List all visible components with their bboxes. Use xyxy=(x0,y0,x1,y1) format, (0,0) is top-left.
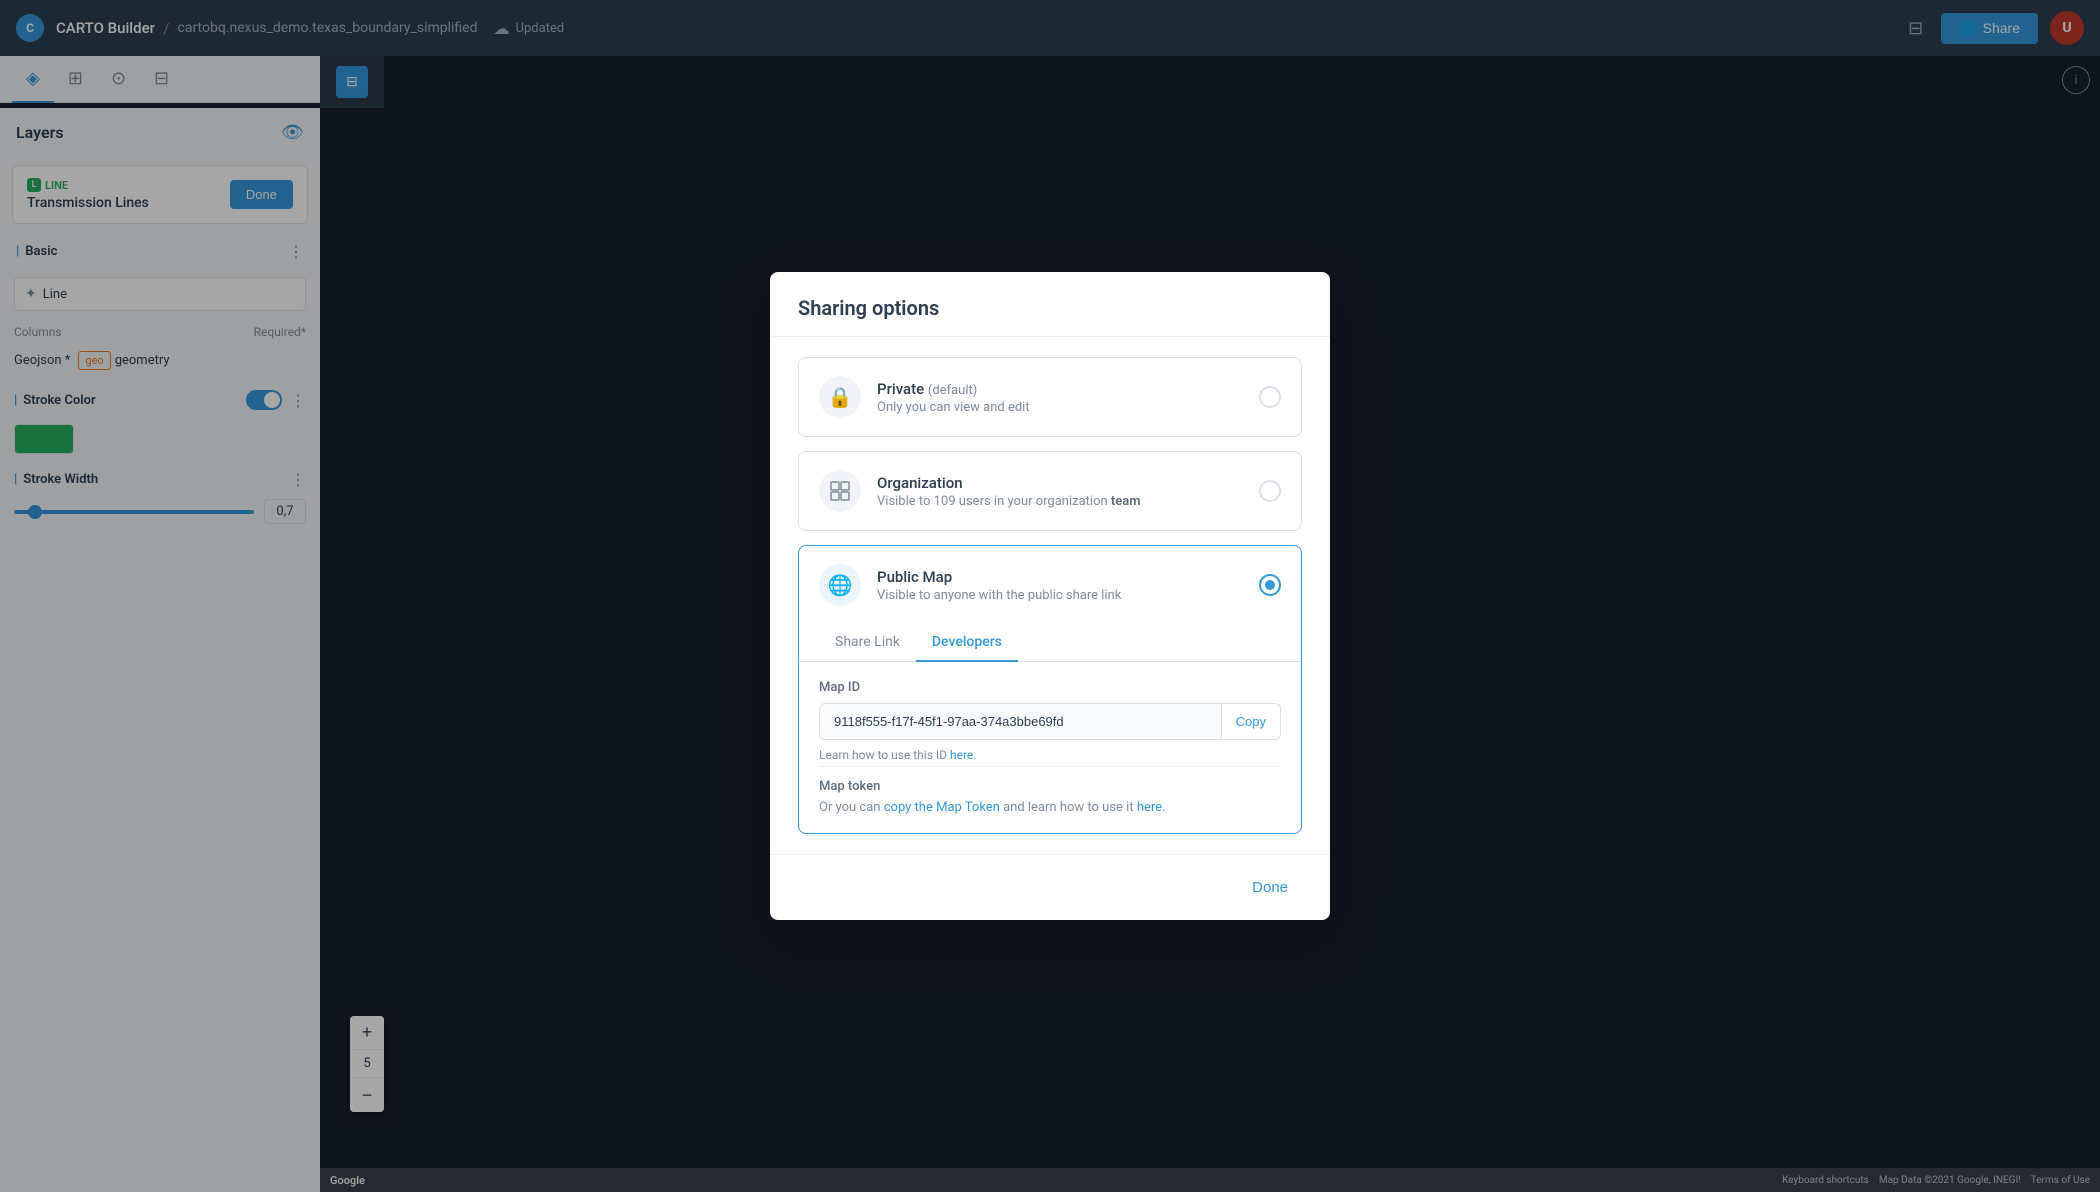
developers-tab-content: Map ID Copy Learn how to use this ID her… xyxy=(799,662,1301,833)
tab-share-link[interactable]: Share Link xyxy=(819,624,916,662)
modal-title: Sharing options xyxy=(798,296,1302,320)
public-option-title: Public Map xyxy=(877,568,1121,586)
private-option-text: Private (default) Only you can view and … xyxy=(877,380,1030,415)
public-option-subtitle: Visible to anyone with the public share … xyxy=(877,588,1121,603)
modal-overlay[interactable]: Sharing options 🔒 Private (default) Only… xyxy=(0,0,2100,1192)
public-map-card: 🌐 Public Map Visible to anyone with the … xyxy=(798,545,1302,834)
public-card-top: 🌐 Public Map Visible to anyone with the … xyxy=(799,546,1301,624)
sharing-modal: Sharing options 🔒 Private (default) Only… xyxy=(770,272,1330,920)
organization-option-icon xyxy=(819,470,861,512)
private-option-title: Private (default) xyxy=(877,380,1030,398)
tab-developers[interactable]: Developers xyxy=(916,624,1018,662)
organization-option-title: Organization xyxy=(877,474,1141,492)
divider xyxy=(819,766,1281,767)
token-here-link[interactable]: here. xyxy=(1137,800,1166,815)
map-token-text: Or you can copy the Map Token and learn … xyxy=(819,800,1281,815)
organization-radio[interactable] xyxy=(1259,480,1281,502)
organization-team-bold: team xyxy=(1111,494,1141,509)
modal-done-button[interactable]: Done xyxy=(1238,871,1302,904)
private-option-card[interactable]: 🔒 Private (default) Only you can view an… xyxy=(798,357,1302,437)
map-token-label: Map token xyxy=(819,779,1281,794)
public-radio[interactable] xyxy=(1259,574,1281,596)
modal-footer: Done xyxy=(770,854,1330,920)
private-radio[interactable] xyxy=(1259,386,1281,408)
organization-option-left: Organization Visible to 109 users in you… xyxy=(819,470,1141,512)
map-id-input-row: Copy xyxy=(819,703,1281,740)
hint-here-link[interactable]: here. xyxy=(950,748,976,762)
organization-option-card[interactable]: Organization Visible to 109 users in you… xyxy=(798,451,1302,531)
organization-option-text: Organization Visible to 109 users in you… xyxy=(877,474,1141,509)
modal-body: 🔒 Private (default) Only you can view an… xyxy=(770,337,1330,854)
private-option-left: 🔒 Private (default) Only you can view an… xyxy=(819,376,1030,418)
map-id-input[interactable] xyxy=(820,704,1221,739)
public-option-left: 🌐 Public Map Visible to anyone with the … xyxy=(819,564,1121,606)
map-id-hint: Learn how to use this ID here. xyxy=(819,748,1281,762)
public-tabs-row: Share Link Developers xyxy=(799,624,1301,662)
private-option-icon: 🔒 xyxy=(819,376,861,418)
modal-header: Sharing options xyxy=(770,272,1330,337)
copy-map-token-link[interactable]: copy the Map Token xyxy=(884,800,1000,815)
private-default-tag: (default) xyxy=(928,383,977,398)
private-option-subtitle: Only you can view and edit xyxy=(877,400,1030,415)
public-option-text: Public Map Visible to anyone with the pu… xyxy=(877,568,1121,603)
organization-option-subtitle: Visible to 109 users in your organizatio… xyxy=(877,494,1141,509)
copy-map-id-button[interactable]: Copy xyxy=(1221,704,1280,739)
map-id-label: Map ID xyxy=(819,680,1281,695)
public-option-icon: 🌐 xyxy=(819,564,861,606)
